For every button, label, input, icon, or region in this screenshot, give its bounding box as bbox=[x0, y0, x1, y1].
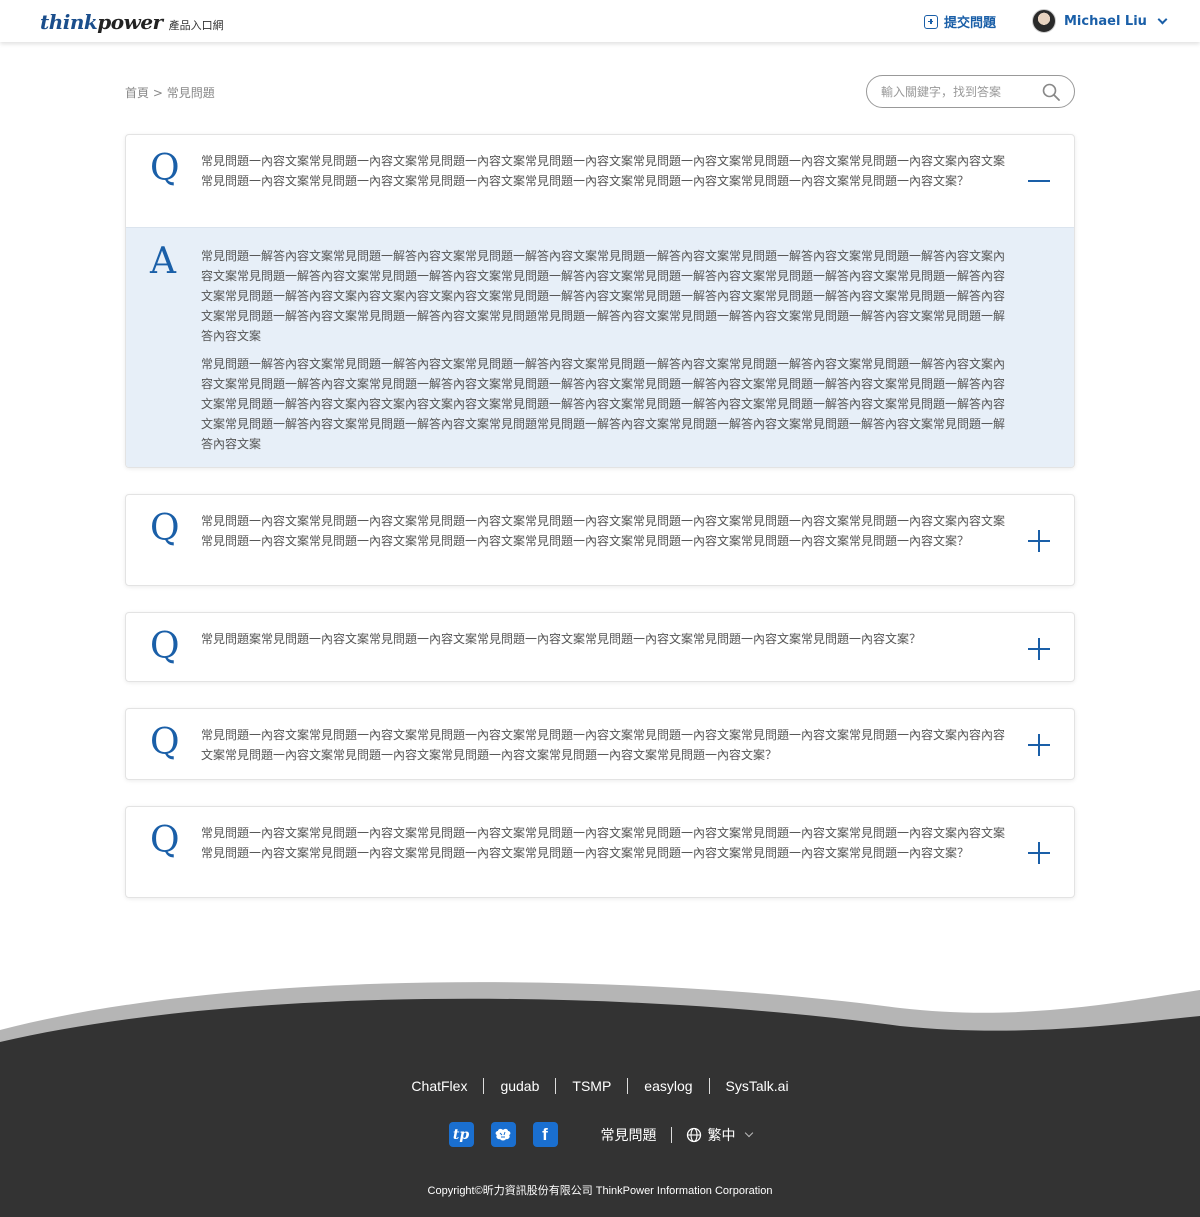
faq-item[interactable]: Q 常見問題案常見問題一內容文案常見問題一內容文案常見問題一內容文案常見問題一內… bbox=[125, 612, 1075, 682]
avatar bbox=[1032, 9, 1056, 33]
faq-item[interactable]: Q 常見問題一內容文案常見問題一內容文案常見問題一內容文案常見問題一內容文案常見… bbox=[125, 708, 1075, 780]
a-letter: A bbox=[150, 241, 176, 282]
breadcrumb-home[interactable]: 首頁 bbox=[125, 86, 149, 100]
faq-answer-text: 常見問題一解答內容文案常見問題一解答內容文案常見問題一解答內容文案常見問題一解答… bbox=[201, 246, 1007, 454]
copyright-text: Copyright©昕力資訊股份有限公司 ThinkPower Informat… bbox=[427, 1185, 773, 1197]
thinkpower-logo[interactable]: thinkpower 產品入口網 bbox=[40, 10, 224, 34]
user-name: Michael Liu bbox=[1064, 13, 1147, 29]
divider bbox=[670, 1126, 672, 1143]
user-menu[interactable]: Michael Liu bbox=[1032, 9, 1168, 33]
footer-link-easylog[interactable]: easylog bbox=[628, 1078, 708, 1094]
chevron-down-icon bbox=[744, 1128, 753, 1138]
faq-item[interactable]: Q 常見問題一內容文案常見問題一內容文案常見問題一內容文案常見問題一內容文案常見… bbox=[125, 806, 1075, 898]
search-input[interactable] bbox=[881, 83, 1041, 101]
faq-question-text: 常見問題一內容文案常見問題一內容文案常見問題一內容文案常見問題一內容文案常見問題… bbox=[201, 826, 1006, 860]
faq-question-text: 常見問題案常見問題一內容文案常見問題一內容文案常見問題一內容文案常見問題一內容文… bbox=[201, 632, 922, 646]
faq-answer-paragraph: 常見問題一解答內容文案常見問題一解答內容文案常見問題一解答內容文案常見問題一解答… bbox=[201, 249, 1006, 343]
brain-icon bbox=[495, 1128, 511, 1140]
q-letter: Q bbox=[150, 508, 180, 549]
faq-item: Q 常見問題一內容文案常見問題一內容文案常見問題一內容文案常見問題一內容文案常見… bbox=[125, 134, 1075, 468]
breadcrumb-current: 常見問題 bbox=[166, 86, 215, 100]
faq-question-row[interactable]: Q 常見問題一內容文案常見問題一內容文案常見問題一內容文案常見問題一內容文案常見… bbox=[126, 135, 1074, 227]
brain-social-icon[interactable] bbox=[490, 1122, 516, 1147]
q-letter: Q bbox=[150, 722, 180, 763]
footer-product-links: ChatFlex gudab TSMP easylog SysTalk.ai bbox=[0, 1078, 1200, 1094]
faq-answer-paragraph: 常見問題一解答內容文案常見問題一解答內容文案常見問題一解答內容文案常見問題一解答… bbox=[201, 357, 1006, 451]
footer-link-chatflex[interactable]: ChatFlex bbox=[395, 1078, 483, 1094]
language-selector[interactable]: 繁中 bbox=[686, 1125, 753, 1145]
expand-icon[interactable] bbox=[1028, 734, 1050, 756]
faq-item[interactable]: Q 常見問題一內容文案常見問題一內容文案常見問題一內容文案常見問題一內容文案常見… bbox=[125, 494, 1075, 586]
faq-question-text: 常見問題一內容文案常見問題一內容文案常見問題一內容文案常見問題一內容文案常見問題… bbox=[201, 154, 1006, 188]
footer-secondary-row: tp f 常見問題 繁中 bbox=[0, 1122, 1200, 1147]
footer-link-tsmp[interactable]: TSMP bbox=[556, 1078, 627, 1094]
breadcrumb: 首頁 > 常見問題 bbox=[125, 84, 215, 101]
search-box bbox=[866, 75, 1075, 108]
faq-question-text: 常見問題一內容文案常見問題一內容文案常見問題一內容文案常見問題一內容文案常見問題… bbox=[201, 514, 1006, 548]
thinkpower-social-icon[interactable]: tp bbox=[448, 1122, 474, 1147]
top-header: thinkpower 產品入口網 提交問題 Michael Liu bbox=[0, 0, 1200, 42]
faq-question-text: 常見問題一內容文案常見問題一內容文案常見問題一內容文案常見問題一內容文案常見問題… bbox=[201, 728, 1006, 762]
search-icon[interactable] bbox=[1042, 83, 1060, 101]
submit-question-label: 提交問題 bbox=[944, 16, 997, 31]
expand-icon[interactable] bbox=[1028, 638, 1050, 660]
language-label: 繁中 bbox=[707, 1127, 736, 1144]
expand-icon[interactable] bbox=[1028, 842, 1050, 864]
faq-question-row[interactable]: Q 常見問題一內容文案常見問題一內容文案常見問題一內容文案常見問題一內容文案常見… bbox=[126, 807, 1074, 897]
q-letter: Q bbox=[150, 626, 180, 667]
chevron-down-icon bbox=[1157, 14, 1168, 24]
faq-question-row[interactable]: Q 常見問題案常見問題一內容文案常見問題一內容文案常見問題一內容文案常見問題一內… bbox=[126, 613, 1074, 681]
facebook-icon[interactable]: f bbox=[532, 1122, 558, 1147]
globe-icon bbox=[686, 1127, 701, 1142]
faq-question-row[interactable]: Q 常見問題一內容文案常見問題一內容文案常見問題一內容文案常見問題一內容文案常見… bbox=[126, 709, 1074, 779]
footer-link-gudab[interactable]: gudab bbox=[484, 1078, 555, 1094]
footer-faq-link[interactable]: 常見問題 bbox=[601, 1125, 657, 1145]
footer-link-systalk[interactable]: SysTalk.ai bbox=[710, 1078, 805, 1094]
breadcrumb-separator: > bbox=[152, 86, 163, 100]
collapse-icon[interactable] bbox=[1028, 170, 1050, 192]
faq-answer-panel: A 常見問題一解答內容文案常見問題一解答內容文案常見問題一解答內容文案常見問題一… bbox=[126, 227, 1074, 467]
expand-icon[interactable] bbox=[1028, 530, 1050, 552]
submit-question-button[interactable]: 提交問題 bbox=[924, 12, 996, 31]
faq-question-row[interactable]: Q 常見問題一內容文案常見問題一內容文案常見問題一內容文案常見問題一內容文案常見… bbox=[126, 495, 1074, 585]
q-letter: Q bbox=[150, 148, 180, 189]
logo-power: power bbox=[97, 10, 163, 34]
logo-think: think bbox=[40, 10, 98, 34]
q-letter: Q bbox=[150, 820, 180, 861]
logo-subtitle: 產品入口網 bbox=[168, 19, 224, 32]
plus-square-icon bbox=[924, 14, 938, 29]
